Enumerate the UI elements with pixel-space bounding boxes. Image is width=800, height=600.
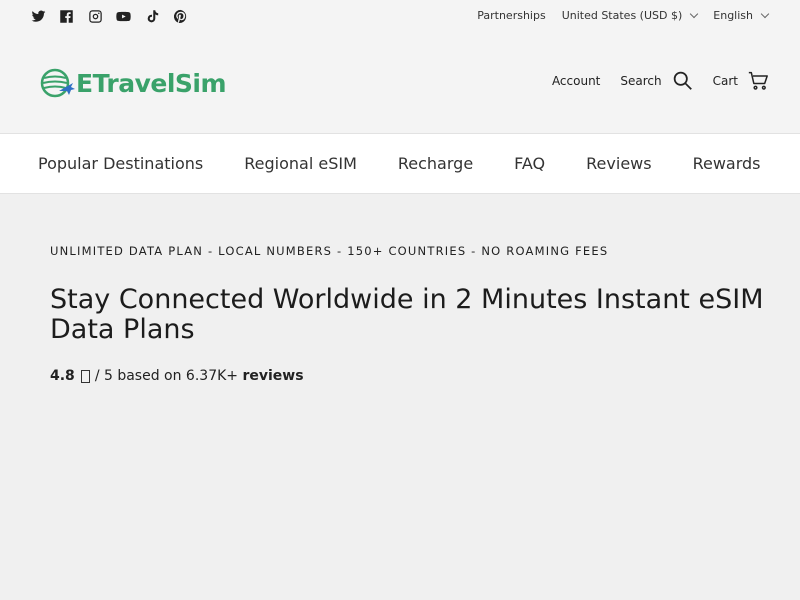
site-header: ETravelSim Account Search Cart xyxy=(0,34,800,133)
globe-plane-logo-icon xyxy=(40,68,75,98)
rating-reviews-label: reviews xyxy=(242,368,304,384)
cart-icon xyxy=(748,71,768,90)
hero-section: UNLIMITED DATA PLAN - LOCAL NUMBERS - 15… xyxy=(50,244,770,384)
rating-summary: 4.8 / 5 based on 6.37K+ reviews xyxy=(50,368,770,384)
language-selector[interactable]: English xyxy=(713,9,770,22)
chevron-down-icon xyxy=(690,9,699,18)
cart-button[interactable]: Cart xyxy=(713,71,768,91)
chevron-down-icon xyxy=(760,9,770,18)
pinterest-icon[interactable] xyxy=(172,7,190,25)
currency-selector[interactable]: United States (USD $) xyxy=(561,9,699,22)
cart-label: Cart xyxy=(712,73,738,88)
hero-eyebrow: UNLIMITED DATA PLAN - LOCAL NUMBERS - 15… xyxy=(50,244,609,258)
nav-item-regional-esim[interactable]: Regional eSIM xyxy=(244,154,357,173)
language-label: English xyxy=(713,9,753,22)
rating-value: 4.8 xyxy=(50,368,75,384)
logo-text: ETravelSim xyxy=(76,68,227,98)
header-actions: Account Search Cart xyxy=(532,70,768,91)
partnerships-link[interactable]: Partnerships xyxy=(477,9,545,22)
top-utility-bar: Partnerships United States (USD $) Engli… xyxy=(0,0,800,34)
nav-item-faq[interactable]: FAQ xyxy=(514,154,545,173)
youtube-icon[interactable] xyxy=(115,7,133,25)
nav-item-recharge[interactable]: Recharge xyxy=(398,154,473,173)
nav-item-rewards[interactable]: Rewards xyxy=(693,154,761,173)
instagram-icon[interactable] xyxy=(86,7,104,25)
facebook-icon[interactable] xyxy=(58,7,76,25)
nav-item-popular-destinations[interactable]: Popular Destinations xyxy=(38,154,203,173)
twitter-icon[interactable] xyxy=(29,7,47,25)
search-label: Search xyxy=(620,73,662,88)
utility-links: Partnerships United States (USD $) Engli… xyxy=(461,9,770,22)
search-icon xyxy=(673,71,692,90)
nav-item-reviews[interactable]: Reviews xyxy=(586,154,651,173)
rating-scale: / 5 based on 6.37K+ xyxy=(94,368,239,384)
account-link[interactable]: Account xyxy=(552,74,600,88)
hero-title: Stay Connected Worldwide in 2 Minutes In… xyxy=(50,284,764,345)
search-button[interactable]: Search xyxy=(620,70,692,91)
site-logo[interactable]: ETravelSim xyxy=(40,67,227,99)
star-icon xyxy=(80,369,90,383)
main-nav: Popular Destinations Regional eSIM Recha… xyxy=(0,133,800,194)
tiktok-icon[interactable] xyxy=(143,7,161,25)
currency-label: United States (USD $) xyxy=(561,9,683,22)
social-links xyxy=(29,7,200,25)
